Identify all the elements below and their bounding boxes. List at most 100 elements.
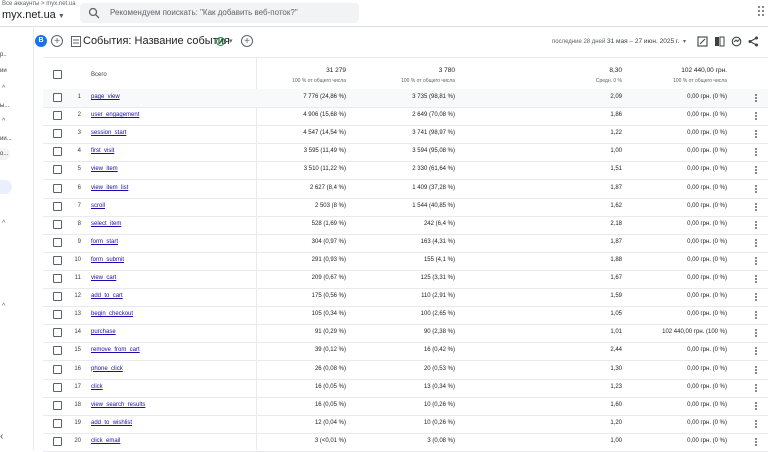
row-checkbox[interactable]: [53, 418, 62, 428]
more-options-icon[interactable]: [755, 329, 757, 338]
more-options-icon[interactable]: [755, 419, 757, 428]
table-row[interactable]: 19 add_to_wishlist 12 (0,04 %) 10 (0,26 %) 1…: [43, 415, 768, 434]
row-checkbox[interactable]: [53, 382, 62, 392]
event-name-link[interactable]: remove_from_cart: [91, 347, 140, 353]
table-row[interactable]: 5 view_item 3 510 (11,22 %) 2 330 (61,64 %)…: [43, 161, 768, 181]
table-row[interactable]: 16 phone_click 26 (0,08 %) 20 (0,53 %) 1,30 0…: [43, 361, 768, 380]
chevron-up-icon[interactable]: ^: [2, 118, 5, 125]
more-options-icon[interactable]: [755, 365, 757, 374]
event-name-link[interactable]: view_search_results: [91, 402, 145, 408]
more-options-icon[interactable]: [755, 148, 757, 157]
table-row[interactable]: 8 select_item 528 (1,69 %) 242 (6,4 %) 2,18 0…: [43, 216, 768, 235]
insights-icon[interactable]: [731, 36, 742, 47]
more-options-icon[interactable]: [755, 347, 757, 356]
row-checkbox[interactable]: [53, 364, 62, 374]
event-name-link[interactable]: view_item_list: [91, 185, 128, 191]
row-checkbox[interactable]: [53, 346, 62, 356]
event-name-link[interactable]: first_visit: [91, 148, 114, 154]
event-name-link[interactable]: session_start: [91, 130, 126, 136]
comparison-badge[interactable]: B: [35, 35, 47, 47]
table-row[interactable]: 7 scroll 2 503 (8 %) 1 544 (40,85 %) 1,62 0,0…: [43, 198, 768, 217]
more-options-icon[interactable]: [755, 202, 757, 211]
row-checkbox[interactable]: [53, 328, 62, 338]
row-checkbox[interactable]: [53, 183, 62, 193]
more-options-icon[interactable]: [755, 166, 757, 175]
row-checkbox[interactable]: [53, 93, 62, 102]
caret-down-icon[interactable]: ▾: [683, 38, 686, 45]
row-checkbox[interactable]: [53, 219, 62, 229]
table-row[interactable]: 3 session_start 4 547 (14,54 %) 3 741 (98,9…: [43, 125, 768, 145]
row-checkbox[interactable]: [53, 111, 62, 121]
add-filter-icon[interactable]: +: [241, 35, 253, 47]
event-name-link[interactable]: page_view: [91, 94, 120, 100]
event-name-link[interactable]: phone_click: [91, 366, 123, 372]
more-options-icon[interactable]: [755, 130, 757, 139]
table-row[interactable]: 12 add_to_cart 175 (0,56 %) 110 (2,91 %) 1,5…: [43, 288, 768, 308]
event-name-link[interactable]: add_to_wishlist: [91, 420, 132, 426]
more-options-icon[interactable]: [755, 383, 757, 392]
sidebar-item[interactable]: ии: [0, 68, 7, 74]
event-name-link[interactable]: view_cart: [91, 275, 116, 281]
event-name-link[interactable]: form_start: [91, 239, 118, 245]
select-all-checkbox[interactable]: [53, 70, 62, 79]
row-checkbox[interactable]: [53, 292, 62, 302]
date-preset-label[interactable]: последние 28 дней: [552, 39, 605, 45]
more-options-icon[interactable]: [755, 94, 757, 102]
more-options-icon[interactable]: [755, 220, 757, 229]
event-name-link[interactable]: click_email: [91, 438, 120, 444]
more-options-icon[interactable]: [755, 275, 757, 283]
row-checkbox[interactable]: [53, 255, 62, 265]
sidebar-active-pill[interactable]: [0, 180, 12, 194]
event-name-link[interactable]: view_item: [91, 166, 118, 172]
table-row[interactable]: 9 form_start 304 (0,97 %) 163 (4,31 %) 1,87 0…: [43, 234, 768, 253]
row-checkbox[interactable]: [53, 436, 62, 446]
table-row[interactable]: 14 purchase 91 (0,29 %) 90 (2,38 %) 1,01 102 …: [43, 324, 768, 344]
more-options-icon[interactable]: [755, 184, 757, 193]
event-name-link[interactable]: scroll: [91, 203, 105, 209]
table-row[interactable]: 11 view_cart 209 (0,67 %) 125 (3,31 %) 1,67 0…: [43, 270, 768, 289]
event-name-link[interactable]: select_item: [91, 221, 121, 227]
more-options-icon[interactable]: [755, 293, 757, 302]
row-checkbox[interactable]: [53, 237, 62, 247]
sidebar-item[interactable]: ии...: [0, 136, 12, 142]
account-selector[interactable]: myx.net.ua ▼: [2, 9, 65, 21]
event-name-link[interactable]: begin_checkout: [91, 311, 133, 317]
share-icon[interactable]: [748, 36, 759, 47]
more-options-icon[interactable]: [755, 256, 757, 265]
apps-grid-icon[interactable]: [758, 6, 768, 18]
table-row[interactable]: 6 view_item_list 2 627 (8,4 %) 1 409 (37,28…: [43, 180, 768, 199]
event-name-link[interactable]: form_submit: [91, 257, 124, 263]
table-row[interactable]: 13 begin_checkout 105 (0,34 %) 100 (2,65 %)…: [43, 306, 768, 326]
status-check-icon[interactable]: [216, 37, 225, 46]
table-row[interactable]: 10 form_submit 291 (0,93 %) 155 (4,1 %) 1,88…: [43, 252, 768, 271]
account-breadcrumb[interactable]: Все аккаунты > myx.net.ua: [2, 1, 76, 7]
sidebar-item[interactable]: о...: [0, 151, 8, 157]
table-row[interactable]: 2 user_engagement 4 906 (15,68 %) 2 649 (70…: [43, 107, 768, 127]
row-checkbox[interactable]: [53, 310, 62, 320]
caret-down-icon[interactable]: ▾: [229, 37, 233, 45]
more-options-icon[interactable]: [755, 238, 757, 247]
more-options-icon[interactable]: [755, 437, 757, 446]
customize-report-icon[interactable]: [697, 36, 708, 47]
row-checkbox[interactable]: [53, 400, 62, 410]
table-row[interactable]: 20 click_email 3 (<0,01 %) 3 (0,08 %) 1,00 0,…: [43, 433, 768, 452]
more-options-icon[interactable]: [755, 401, 757, 410]
chevron-up-icon[interactable]: ^: [2, 220, 5, 227]
sidebar-item[interactable]: ы...: [0, 103, 9, 109]
event-name-link[interactable]: click: [91, 384, 103, 390]
chevron-up-icon[interactable]: ^: [2, 303, 5, 310]
row-checkbox[interactable]: [53, 201, 62, 211]
date-range[interactable]: 31 мая – 27 июн. 2025 г.: [607, 38, 679, 45]
add-comparison-icon[interactable]: +: [51, 35, 63, 47]
row-checkbox[interactable]: [53, 165, 62, 175]
compare-icon[interactable]: [714, 36, 725, 47]
search-input[interactable]: Рекомендуем поискать: "Как добавить веб-…: [80, 3, 359, 23]
sidebar-item[interactable]: р..: [0, 52, 7, 58]
table-row[interactable]: 4 first_visit 3 595 (11,49 %) 3 594 (95,08 …: [43, 143, 768, 163]
event-name-link[interactable]: add_to_cart: [91, 293, 123, 299]
table-row[interactable]: 17 click 16 (0,05 %) 13 (0,34 %) 1,23 0,00 гр…: [43, 379, 768, 398]
more-options-icon[interactable]: [755, 112, 757, 121]
row-checkbox[interactable]: [53, 147, 62, 157]
chevron-up-icon[interactable]: ^: [2, 85, 5, 92]
more-options-icon[interactable]: [755, 311, 757, 320]
